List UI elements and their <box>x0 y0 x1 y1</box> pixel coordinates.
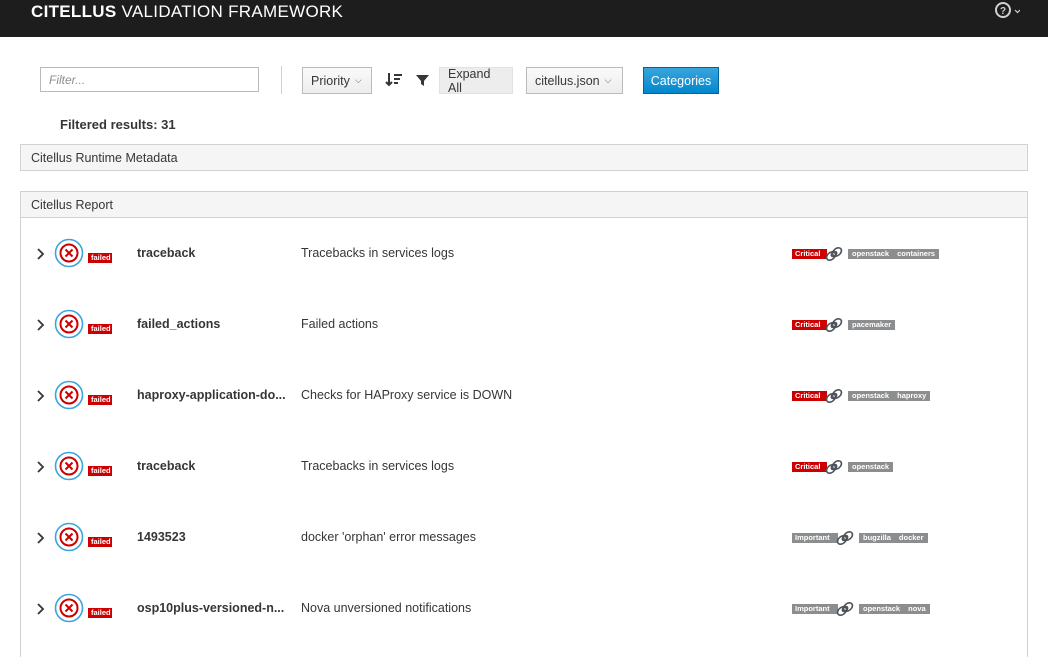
plugin-name[interactable]: traceback <box>137 246 285 260</box>
category-tag: nova <box>908 604 926 613</box>
priority-badge: Important <box>792 533 838 543</box>
category-tag: openstack <box>863 604 901 613</box>
chevron-down-icon: ⌵ <box>604 75 612 85</box>
plugin-name[interactable]: failed_actions <box>137 317 285 331</box>
failed-status-icon <box>54 451 84 481</box>
chevron-right-icon[interactable] <box>34 531 46 545</box>
plugin-description: Nova unversioned notifications <box>301 601 472 615</box>
category-tags: openstack <box>848 462 894 472</box>
report-row[interactable]: failed failed_actions Failed actions Critic… <box>21 290 1027 361</box>
category-tag: openstack <box>852 462 890 471</box>
category-tags: pacemaker <box>848 320 896 330</box>
plugin-name[interactable]: traceback <box>137 459 285 473</box>
kb-links-icon[interactable] <box>824 246 844 262</box>
status-badge: failed <box>88 466 112 476</box>
failed-status-icon <box>54 593 84 623</box>
kb-links-icon[interactable] <box>835 601 855 617</box>
priority-badge: Critical <box>792 320 827 330</box>
category-tag: pacemaker <box>852 320 892 329</box>
chevron-down-icon: ⌵ <box>354 75 362 85</box>
priority-badge: Critical <box>792 462 827 472</box>
kb-links-icon[interactable] <box>824 317 844 333</box>
json-file-dropdown[interactable]: citellus.json ⌵ <box>526 67 623 94</box>
category-tag: containers <box>897 249 936 258</box>
priority-badge: Critical <box>792 249 827 259</box>
category-tags: openstack containers <box>848 249 940 259</box>
failed-status-icon <box>54 380 84 410</box>
category-tags: openstack nova <box>859 604 930 614</box>
filter-funnel-icon[interactable] <box>415 73 430 88</box>
report-row[interactable]: failed 1493523 docker 'orphan' error messa… <box>21 503 1027 574</box>
status-badge: failed <box>88 324 112 334</box>
categories-button[interactable]: Categories <box>643 67 719 94</box>
expand-all-label: Expand All <box>448 66 491 95</box>
expand-all-button[interactable]: Expand All <box>439 66 513 95</box>
plugin-description: Checks for HAProxy service is DOWN <box>301 388 513 402</box>
category-tag: openstack <box>852 391 890 400</box>
json-file-label: citellus.json <box>535 73 600 88</box>
sort-direction-icon[interactable] <box>385 71 403 89</box>
status-badge: failed <box>88 395 112 405</box>
failed-status-icon <box>54 522 84 552</box>
report-row[interactable]: failed traceback Tracebacks in services lo… <box>21 219 1027 290</box>
category-tags: bugzilla docker <box>859 533 928 543</box>
plugin-description: Tracebacks in services logs <box>301 246 455 260</box>
kb-links-icon[interactable] <box>824 459 844 475</box>
kb-links-icon[interactable] <box>835 530 855 546</box>
filtered-results-count: Filtered results: 31 <box>60 117 176 132</box>
category-tag: haproxy <box>897 391 927 400</box>
plugin-description: Tracebacks in services logs <box>301 459 455 473</box>
category-tag: bugzilla <box>863 533 891 542</box>
panel-title: Citellus Runtime Metadata <box>31 151 178 165</box>
panel-title: Citellus Report <box>31 198 113 212</box>
chevron-right-icon[interactable] <box>34 460 46 474</box>
kb-links-icon[interactable] <box>824 388 844 404</box>
report-list: failed traceback Tracebacks in services lo… <box>20 217 1028 657</box>
plugin-name[interactable]: osp10plus-versioned-n... <box>137 601 285 615</box>
categories-label: Categories <box>650 73 712 88</box>
report-panel-header[interactable]: Citellus Report <box>20 191 1028 218</box>
priority-label: Priority <box>311 73 350 88</box>
priority-badge: Critical <box>792 391 827 401</box>
report-row[interactable]: failed traceback Tracebacks in services lo… <box>21 432 1027 503</box>
runtime-metadata-panel-header[interactable]: Citellus Runtime Metadata <box>20 144 1028 171</box>
report-row[interactable]: failed osp10plus-versioned-n... Nova unver… <box>21 574 1027 645</box>
category-tags: openstack haproxy <box>848 391 931 401</box>
report-row[interactable]: failed haproxy-application-do... Checks fo… <box>21 361 1027 432</box>
status-badge: failed <box>88 253 112 263</box>
failed-status-icon <box>54 309 84 339</box>
toolbar: Priority ⌵ Expand All citellus.json ⌵ Ca… <box>0 0 1048 110</box>
toolbar-divider <box>281 66 282 94</box>
plugin-description: Failed actions <box>301 317 379 331</box>
status-badge: failed <box>88 537 112 547</box>
category-tag: openstack <box>852 249 890 258</box>
plugin-description: docker 'orphan' error messages <box>301 530 476 544</box>
category-tag: docker <box>898 533 924 542</box>
chevron-right-icon[interactable] <box>34 318 46 332</box>
chevron-right-icon[interactable] <box>34 247 46 261</box>
priority-badge: Important <box>792 604 838 614</box>
priority-sort-dropdown[interactable]: Priority ⌵ <box>302 67 372 94</box>
status-badge: failed <box>88 608 112 618</box>
filter-input[interactable] <box>40 67 259 92</box>
chevron-right-icon[interactable] <box>34 602 46 616</box>
failed-status-icon <box>54 238 84 268</box>
chevron-right-icon[interactable] <box>34 389 46 403</box>
plugin-name[interactable]: haproxy-application-do... <box>137 388 285 402</box>
plugin-name[interactable]: 1493523 <box>137 530 285 544</box>
